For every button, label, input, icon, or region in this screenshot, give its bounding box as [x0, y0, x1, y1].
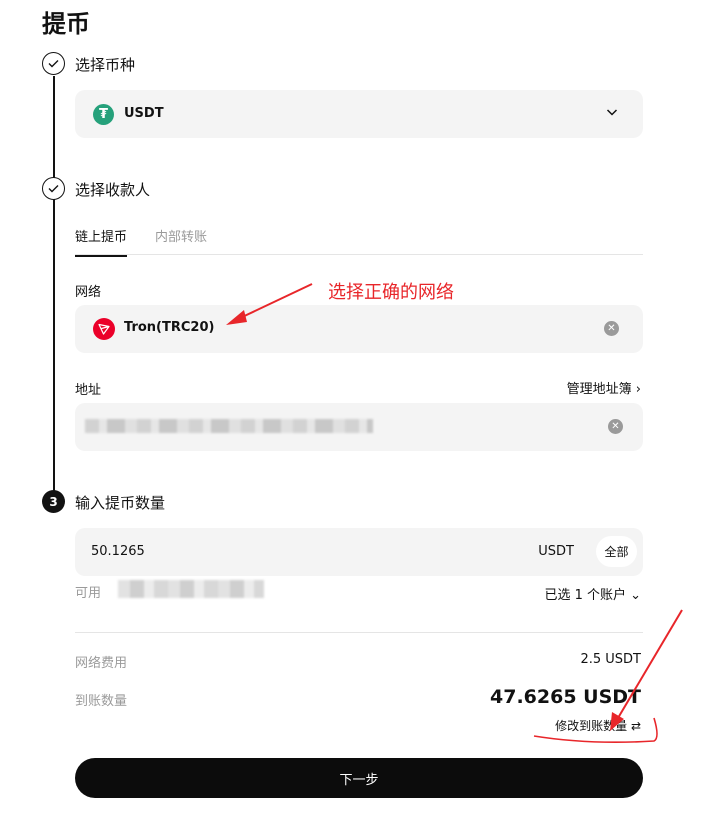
divider — [75, 632, 643, 633]
amount-input[interactable]: 50.1265 USDT 全部 — [75, 528, 643, 576]
tab-internal[interactable]: 内部转账 — [155, 226, 207, 245]
network-label: 网络 — [75, 285, 102, 300]
step-timeline — [53, 76, 55, 502]
amount-unit: USDT — [538, 544, 574, 559]
redacted-address — [85, 419, 373, 433]
all-amount-button[interactable]: 全部 — [596, 536, 637, 567]
step-2-check-icon — [42, 177, 65, 200]
tab-onchain[interactable]: 链上提币 — [75, 226, 128, 257]
fee-value: 2.5 USDT — [580, 652, 641, 667]
step-1-check-icon — [42, 52, 65, 75]
coin-select[interactable]: ₮ USDT — [75, 90, 643, 138]
network-select[interactable]: Tron(TRC20) ✕ — [75, 305, 643, 353]
available-label: 可用 — [75, 586, 102, 601]
step-1-label: 选择币种 — [75, 56, 136, 74]
receive-value: 47.6265 USDT — [490, 686, 641, 708]
modify-receive-link[interactable]: 修改到账数量 ⇄ — [555, 717, 641, 734]
step-2-label: 选择收款人 — [75, 181, 151, 199]
coin-name: USDT — [124, 106, 164, 121]
withdraw-tabs: 链上提币 内部转账 — [75, 224, 643, 257]
usdt-icon: ₮ — [93, 104, 114, 125]
network-name: Tron(TRC20) — [124, 320, 215, 335]
receive-label: 到账数量 — [75, 694, 128, 709]
manage-address-book-link[interactable]: 管理地址簿 › — [567, 378, 641, 397]
address-input[interactable]: ✕ — [75, 403, 643, 451]
clear-network-icon[interactable]: ✕ — [604, 321, 619, 336]
step-3-number: 3 — [42, 490, 65, 513]
account-select[interactable]: 已选 1 个账户 ⌄ — [544, 584, 641, 603]
fee-label: 网络费用 — [75, 656, 128, 671]
annotation-text: 选择正确的网络 — [328, 282, 454, 303]
tron-icon — [93, 318, 115, 340]
amount-value: 50.1265 — [91, 544, 145, 559]
address-label: 地址 — [75, 383, 102, 398]
clear-address-icon[interactable]: ✕ — [608, 419, 623, 434]
redacted-available — [118, 580, 264, 598]
next-step-button[interactable]: 下一步 — [75, 758, 643, 798]
chevron-down-icon — [606, 109, 618, 116]
page-title: 提币 — [42, 10, 90, 38]
step-3-label: 输入提币数量 — [75, 494, 166, 512]
